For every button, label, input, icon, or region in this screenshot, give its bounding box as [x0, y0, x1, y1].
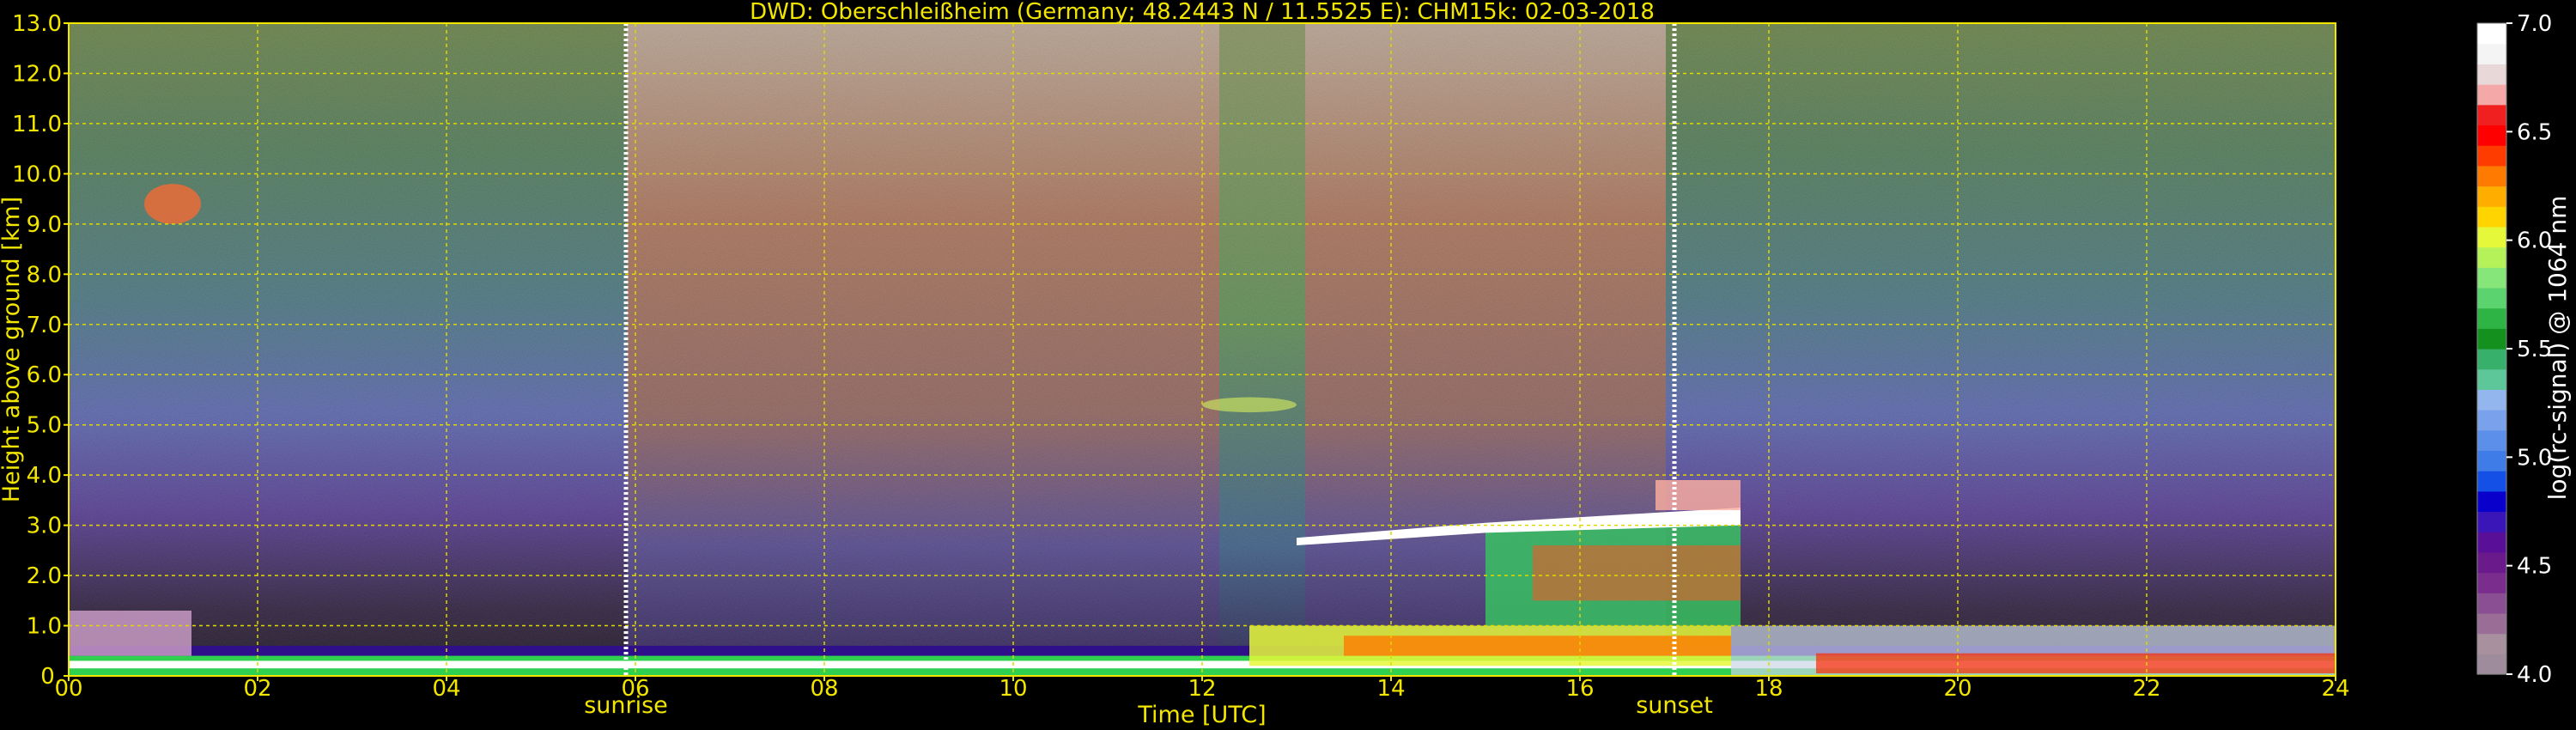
- y-tick-label: 2.0: [27, 563, 62, 589]
- y-tick-label: 1.0: [27, 614, 62, 640]
- colorbar-tick-label: 4.0: [2517, 662, 2552, 688]
- colorbar-segment: [2477, 450, 2506, 471]
- colorbar-segment: [2477, 165, 2506, 187]
- colorbar-segment: [2477, 145, 2506, 167]
- colorbar-segment: [2477, 43, 2506, 64]
- colorbar-segment: [2477, 490, 2506, 513]
- feature-thin-layer: [1202, 397, 1297, 413]
- y-tick-label: 7.0: [27, 313, 62, 338]
- colorbar-segment: [2477, 246, 2506, 268]
- x-tick-label: 12: [1188, 676, 1216, 702]
- colorbar-segment: [2477, 593, 2506, 614]
- colorbar-segment: [2477, 267, 2506, 289]
- sunrise-label: sunrise: [584, 692, 668, 719]
- colorbar-segment: [2477, 104, 2506, 126]
- x-tick-label: 14: [1376, 676, 1405, 702]
- colorbar-segment: [2477, 572, 2506, 593]
- y-tick-label: 5.0: [27, 413, 62, 439]
- y-tick-label: 4.0: [27, 463, 62, 489]
- colorbar-segment: [2477, 551, 2506, 574]
- colorbar-segment: [2477, 410, 2506, 431]
- y-tick-label: 10.0: [12, 161, 62, 187]
- y-tick-label: 13.0: [12, 11, 62, 37]
- colorbar-segment: [2477, 511, 2506, 532]
- colorbar-segment: [2477, 368, 2506, 390]
- y-tick-label: 6.0: [27, 362, 62, 388]
- colorbar-segment: [2477, 328, 2506, 350]
- x-tick-label: 24: [2321, 676, 2349, 702]
- x-axis-label: Time [UTC]: [1137, 702, 1266, 728]
- y-tick-label: 8.0: [27, 262, 62, 288]
- colorbar-segment: [2477, 633, 2506, 654]
- colorbar-segment: [2477, 206, 2506, 228]
- chart-title: DWD: Oberschleißheim (Germany; 48.2443 N…: [750, 0, 1655, 25]
- colorbar-segment: [2477, 64, 2506, 85]
- colorbar-segment: [2477, 307, 2506, 329]
- y-tick-label: 12.0: [12, 61, 62, 87]
- y-tick-label: 9.0: [27, 212, 62, 238]
- y-tick-label: 3.0: [27, 514, 62, 539]
- sunset-label: sunset: [1636, 692, 1713, 719]
- colorbar: 4.04.55.05.56.06.57.0: [2476, 11, 2552, 688]
- colorbar-segment: [2477, 429, 2506, 452]
- x-tick-label: 22: [2132, 676, 2160, 702]
- colorbar-segment: [2477, 84, 2506, 106]
- colorbar-segment: [2477, 532, 2506, 553]
- colorbar-tick-label: 7.0: [2517, 11, 2552, 37]
- colorbar-segment: [2477, 471, 2506, 492]
- colorbar-segment: [2477, 389, 2506, 411]
- x-tick-label: 10: [999, 676, 1027, 702]
- lidar-chart: DWD: Oberschleißheim (Germany; 48.2443 N…: [0, 0, 2572, 728]
- colorbar-segment: [2477, 23, 2506, 45]
- colorbar-tick-label: 6.5: [2517, 119, 2552, 145]
- colorbar-segment: [2477, 612, 2506, 635]
- colorbar-segment: [2477, 186, 2506, 207]
- y-axis-label: Height above ground [km]: [0, 197, 25, 502]
- colorbar-segment: [2477, 654, 2506, 675]
- x-tick-label: 00: [54, 676, 82, 702]
- colorbar-segment: [2477, 287, 2506, 309]
- colorbar-segment: [2477, 349, 2506, 370]
- colorbar-label: log(rc-signal) @ 1064 nm: [2543, 196, 2572, 501]
- colorbar-tick-label: 4.5: [2517, 554, 2552, 580]
- y-tick-label: 11.0: [12, 112, 62, 137]
- colorbar-segment: [2477, 125, 2506, 146]
- x-tick-label: 08: [810, 676, 838, 702]
- x-tick-label: 20: [1943, 676, 1971, 702]
- colorbar-segment: [2477, 226, 2506, 248]
- x-tick-label: 04: [432, 676, 460, 702]
- feature-aerosol-patch: [144, 184, 201, 224]
- x-tick-label: 16: [1565, 676, 1594, 702]
- x-tick-label: 18: [1754, 676, 1783, 702]
- x-tick-label: 02: [243, 676, 271, 702]
